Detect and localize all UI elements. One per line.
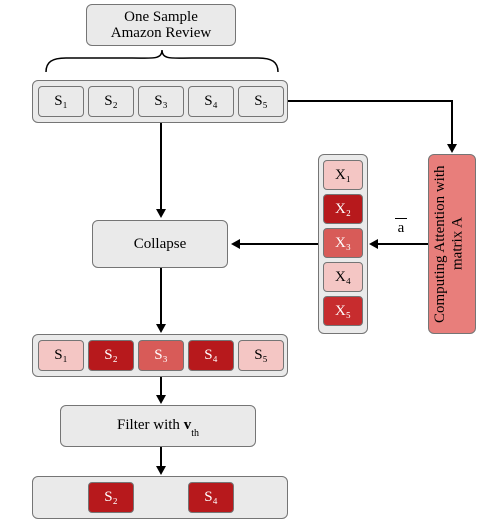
arrow-row1-collapse [160,123,162,211]
out-s2: S₂ [88,482,134,513]
segments-row-output [32,476,288,519]
x4: X₄ [323,262,363,292]
filter-box: Filter with vth [60,405,256,447]
x5: X₅ [323,296,363,326]
collapse-box: Collapse [92,220,228,268]
arrow-w-to-filter [160,377,162,397]
attention-label: Computing Attention with matrix A [432,160,472,328]
arrow-attn-to-x-head [369,239,378,249]
arrow-row1-collapse-head [156,209,166,218]
arrow-row1-right [288,100,453,102]
seg-s2: S₂ [88,86,134,117]
w-s3: S₃ [138,340,184,371]
input-sample-label: One SampleAmazon Review [111,9,211,42]
filter-label: Filter with vth [117,417,199,436]
x3: X₃ [323,228,363,258]
w-s2: S₂ [88,340,134,371]
w-s5: S₅ [238,340,284,371]
arrow-x-to-collapse-head [231,239,240,249]
seg-s1: S₁ [38,86,84,117]
arrow-x-to-collapse [239,243,318,245]
arrow-right-down-head [447,144,457,153]
w-s4: S₄ [188,340,234,371]
seg-s3: S₃ [138,86,184,117]
out-s4: S₄ [188,482,234,513]
seg-s4: S₄ [188,86,234,117]
arrow-collapse-down [160,268,162,326]
brace [36,48,288,76]
arrow-filter-down [160,447,162,468]
w-s1: S₁ [38,340,84,371]
arrow-right-down [451,100,453,146]
a-bar-label: a [392,218,410,237]
x1: X₁ [323,160,363,190]
arrow-collapse-down-head [156,324,166,333]
collapse-label: Collapse [134,236,187,253]
arrow-w-to-filter-head [156,395,166,404]
arrow-filter-down-head [156,466,166,475]
input-sample-box: One SampleAmazon Review [86,4,236,46]
seg-s5: S₅ [238,86,284,117]
arrow-attn-to-x [377,243,428,245]
x2: X₂ [323,194,363,224]
